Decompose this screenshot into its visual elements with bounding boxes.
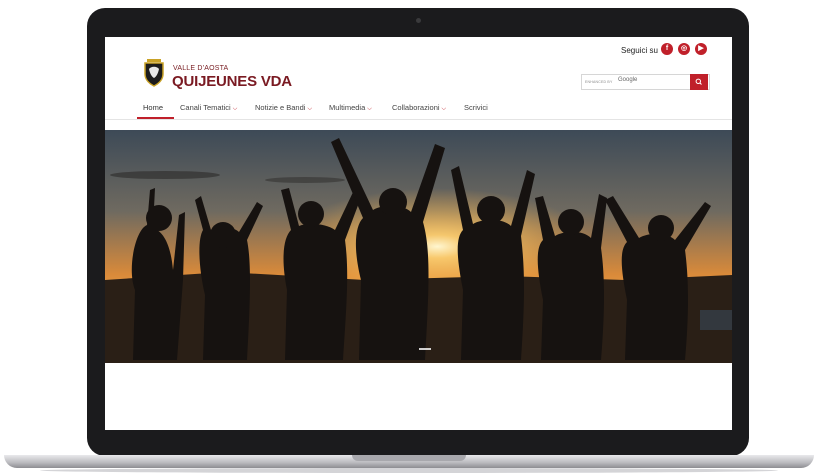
search-google-label: Google: [618, 77, 638, 83]
nav-item-collaborazioni[interactable]: Collaborazioni ⌵: [392, 103, 446, 113]
instagram-icon[interactable]: ◎: [678, 43, 690, 55]
slider-indicator[interactable]: [419, 348, 431, 350]
nav-item-canali-tematici[interactable]: Canali Tematici ⌵: [180, 103, 237, 113]
hero-image: [105, 130, 732, 363]
chevron-down-icon: ⌵: [441, 106, 447, 112]
facebook-icon[interactable]: f: [661, 43, 673, 55]
site-title[interactable]: QUIJEUNES VDA: [172, 73, 292, 90]
chevron-down-icon: ⌵: [232, 106, 238, 112]
search-button[interactable]: [690, 74, 708, 90]
nav-item-home[interactable]: Home: [143, 103, 163, 112]
nav-item-label: Multimedia: [329, 103, 366, 112]
youtube-icon[interactable]: ▶: [695, 43, 707, 55]
search-icon: [695, 78, 702, 85]
hero-slider[interactable]: [105, 130, 732, 363]
search-enhanced-label: ENHANCED BY: [585, 80, 613, 84]
chevron-down-icon: ⌵: [367, 106, 372, 112]
laptop-shadow: [40, 468, 778, 473]
nav-item-notizie-e-bandi[interactable]: Notizie e Bandi ⌵: [255, 103, 312, 113]
nav-item-multimedia[interactable]: Multimedia ⌵: [329, 103, 372, 113]
nav-item-label: Home: [143, 103, 164, 112]
coat-of-arms-logo[interactable]: [143, 57, 165, 87]
laptop-base-notch: [352, 455, 466, 461]
laptop-screen: Seguici su f ◎ ▶ VALLE D'AOSTA QUIJEUNES…: [105, 37, 732, 430]
laptop-camera: [416, 18, 421, 23]
chevron-down-icon: ⌵: [307, 106, 313, 112]
nav-item-label: Canali Tematici: [180, 103, 231, 112]
nav-item-label: Collaborazioni: [392, 103, 440, 112]
logo-region-text: VALLE D'AOSTA: [173, 65, 229, 72]
nav-item-scrivici[interactable]: Scrivici: [464, 103, 488, 112]
follow-us-label: Seguici su: [621, 46, 658, 55]
nav-item-label: Notizie e Bandi: [255, 103, 306, 112]
nav-divider: [105, 119, 732, 120]
nav-item-label: Scrivici: [464, 103, 488, 112]
